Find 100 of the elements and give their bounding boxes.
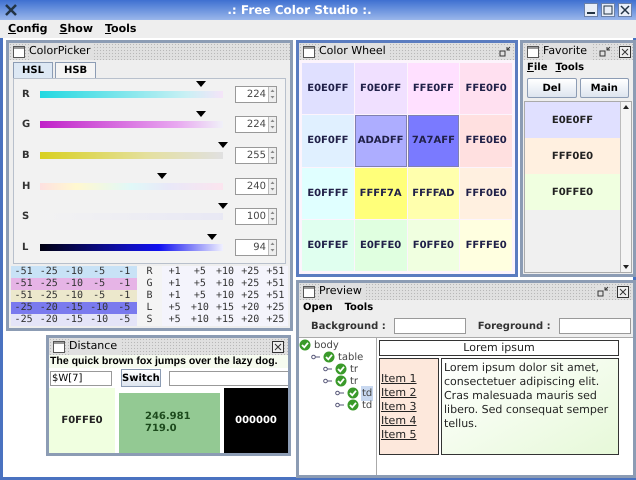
adjust-button[interactable]: +10	[187, 314, 212, 326]
tree-node-label[interactable]: table	[337, 350, 364, 364]
color-swatch[interactable]: FFE0FF	[408, 63, 460, 114]
adjust-button[interactable]: -5	[112, 314, 137, 326]
menu-item[interactable]: Open	[303, 300, 333, 315]
tree-node-label[interactable]: td	[361, 386, 374, 400]
toolbar-button[interactable]: Main	[580, 78, 629, 98]
favorite-color-item[interactable]: FFF0E0	[525, 138, 620, 174]
input-field[interactable]: $W[7]	[50, 370, 112, 386]
adjust-button[interactable]: +15	[212, 302, 238, 314]
color-swatch[interactable]: E0F0FF	[302, 115, 354, 166]
number-spinner[interactable]: 100	[235, 208, 277, 226]
color-swatch[interactable]: F0FFE0	[408, 220, 460, 271]
color-swatch[interactable]: FFFF7A	[354, 168, 406, 219]
color-swatch[interactable]: ADADFF	[354, 115, 406, 166]
adjust-button[interactable]: +25	[262, 314, 288, 326]
tree-node-label[interactable]: body	[313, 338, 340, 352]
adjust-button[interactable]: -1	[112, 266, 137, 278]
tree-node-label[interactable]: td	[361, 398, 374, 412]
adjust-button[interactable]: -10	[61, 278, 87, 290]
adjust-button[interactable]: +1	[162, 266, 188, 278]
color-swatch[interactable]: FFFFE0	[460, 220, 512, 271]
adjust-button[interactable]: +1	[162, 290, 188, 302]
adjust-button[interactable]: -10	[86, 302, 112, 314]
color-swatch[interactable]: FFE0E0	[460, 115, 512, 166]
color-swatch[interactable]: FFE0F0	[460, 63, 512, 114]
tree-node-label[interactable]: tr	[349, 374, 360, 388]
preview-link[interactable]: Item 3	[381, 400, 417, 414]
favorite-color-item[interactable]: E0E0FF	[525, 102, 620, 138]
adjust-button[interactable]: +25	[262, 302, 288, 314]
preview-link[interactable]: Item 5	[381, 428, 417, 442]
color-swatch[interactable]: FFFFAD	[408, 168, 460, 219]
adjust-button[interactable]: +1	[162, 278, 188, 290]
adjust-button[interactable]: -25	[11, 302, 36, 314]
adjust-button[interactable]: +25	[238, 278, 263, 290]
tree-node-label[interactable]: tr	[349, 362, 360, 376]
tab[interactable]: HSB	[54, 62, 96, 78]
adjust-button[interactable]: -5	[86, 278, 112, 290]
adjust-button[interactable]: -5	[86, 266, 112, 278]
adjust-button[interactable]: -5	[112, 302, 137, 314]
menu-item[interactable]: Tools	[555, 60, 584, 75]
adjust-button[interactable]: +5	[187, 290, 212, 302]
adjust-button[interactable]: +25	[238, 266, 263, 278]
tab[interactable]: HSL	[13, 62, 53, 78]
toolbar-button[interactable]: Del	[527, 78, 576, 98]
adjust-button[interactable]: -25	[36, 266, 62, 278]
switch-button[interactable]: Switch	[121, 369, 161, 387]
adjust-button[interactable]: +10	[212, 266, 238, 278]
adjust-button[interactable]: -51	[11, 290, 36, 302]
number-spinner[interactable]: 224	[235, 116, 277, 134]
number-spinner[interactable]: 240	[235, 178, 277, 195]
number-spinner[interactable]: 255	[235, 147, 277, 164]
adjust-button[interactable]: -51	[11, 266, 36, 278]
menu-item[interactable]: Config	[8, 20, 48, 38]
color-swatch[interactable]: E0FFE0	[354, 220, 406, 271]
adjust-button[interactable]: -15	[61, 314, 87, 326]
adjust-button[interactable]: +10	[212, 290, 238, 302]
adjust-button[interactable]: +5	[187, 278, 212, 290]
preview-link[interactable]: Item 4	[381, 414, 417, 428]
adjust-button[interactable]: -10	[61, 266, 87, 278]
color-swatch[interactable]: E0FFEF	[302, 220, 354, 271]
adjust-button[interactable]: -1	[112, 278, 137, 290]
adjust-button[interactable]: -51	[11, 278, 36, 290]
number-spinner[interactable]: 94	[235, 239, 277, 256]
adjust-button[interactable]: +10	[187, 302, 212, 314]
adjust-button[interactable]: -10	[86, 314, 112, 326]
adjust-button[interactable]: +5	[187, 266, 212, 278]
adjust-button[interactable]: -25	[36, 290, 62, 302]
favorite-color-item[interactable]: F0FFE0	[525, 174, 620, 210]
adjust-button[interactable]: +51	[262, 266, 288, 278]
adjust-button[interactable]: -25	[36, 278, 62, 290]
menu-item[interactable]: Tools	[105, 20, 136, 38]
color-swatch[interactable]: F0E0FF	[354, 63, 406, 114]
menu-item[interactable]: Show	[60, 20, 93, 38]
menu-item[interactable]: Tools	[344, 300, 374, 315]
color-swatch[interactable]: 7A7AFF	[408, 115, 460, 166]
preview-link[interactable]: Item 2	[381, 386, 417, 400]
color-swatch[interactable]: E0FFFF	[302, 168, 354, 219]
adjust-button[interactable]: +20	[238, 314, 263, 326]
adjust-button[interactable]: +5	[162, 314, 188, 326]
adjust-button[interactable]: -20	[36, 302, 62, 314]
adjust-button[interactable]: -10	[61, 290, 87, 302]
adjust-button[interactable]: +25	[238, 290, 263, 302]
adjust-button[interactable]: +10	[212, 278, 238, 290]
adjust-button[interactable]: -5	[86, 290, 112, 302]
preview-link[interactable]: Item 1	[381, 372, 417, 386]
color-swatch[interactable]: E0E0FF	[302, 63, 354, 114]
adjust-button[interactable]: +5	[162, 302, 188, 314]
adjust-button[interactable]: +51	[262, 290, 288, 302]
adjust-label: L	[136, 302, 162, 314]
adjust-button[interactable]: -20	[36, 314, 62, 326]
adjust-button[interactable]: +20	[238, 302, 263, 314]
adjust-button[interactable]: -25	[11, 314, 36, 326]
adjust-button[interactable]: -1	[112, 290, 137, 302]
number-spinner[interactable]: 224	[235, 86, 277, 103]
menu-item[interactable]: File	[527, 60, 548, 75]
color-swatch[interactable]: FFF0E0	[460, 168, 512, 219]
adjust-button[interactable]: +15	[212, 314, 238, 326]
adjust-button[interactable]: -15	[61, 302, 87, 314]
adjust-button[interactable]: +51	[262, 278, 288, 290]
